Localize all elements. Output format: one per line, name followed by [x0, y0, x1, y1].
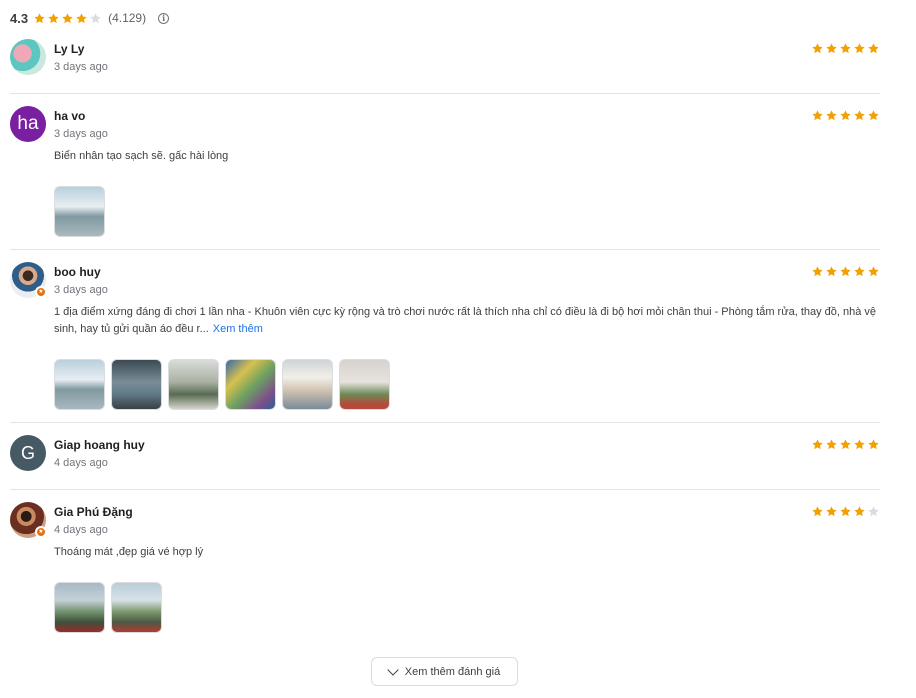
star-filled-icon [811, 438, 824, 451]
star-filled-icon [853, 265, 866, 278]
star-filled-icon [839, 265, 852, 278]
star-filled-icon [825, 505, 838, 518]
reviewer-name[interactable]: Ly Ly [54, 42, 84, 56]
star-filled-icon [839, 505, 852, 518]
reviewer-name[interactable]: Gia Phú Đặng [54, 505, 133, 519]
review-text: Thoáng mát ,đẹp giá vé hợp lý [54, 546, 204, 558]
star-filled-icon [825, 438, 838, 451]
star-filled-icon [867, 42, 880, 55]
review-stars [811, 109, 880, 122]
star-filled-icon [75, 12, 88, 25]
review-photo[interactable] [282, 359, 333, 410]
reviewer-name[interactable]: boo huy [54, 265, 101, 279]
review-photos [54, 186, 105, 237]
star-filled-icon [825, 42, 838, 55]
review-text-content: 1 địa điểm xứng đáng đi chơi 1 lần nha -… [54, 306, 877, 335]
review-photo[interactable] [168, 359, 219, 410]
star-filled-icon [33, 12, 46, 25]
divider [10, 93, 880, 94]
review-stars [811, 505, 880, 518]
review-item: ★ Gia Phú Đặng 4 days ago Thoáng mát ,đẹ… [10, 502, 880, 637]
divider [10, 422, 880, 423]
review-photos [54, 359, 390, 410]
review-date: 3 days ago [54, 284, 108, 296]
review-photo[interactable] [54, 186, 105, 237]
reviewer-name[interactable]: ha vo [54, 109, 85, 123]
review-date: 4 days ago [54, 524, 108, 536]
review-photo[interactable] [111, 359, 162, 410]
star-filled-icon [825, 109, 838, 122]
star-filled-icon [811, 109, 824, 122]
divider [10, 489, 880, 490]
review-stars [811, 438, 880, 451]
local-guide-badge: ★ [35, 526, 47, 538]
star-filled-icon [61, 12, 74, 25]
review-photo[interactable] [111, 582, 162, 633]
review-stars [811, 265, 880, 278]
review-stars [811, 42, 880, 55]
read-more-link[interactable]: Xem thêm [213, 323, 263, 335]
star-filled-icon [811, 265, 824, 278]
review-date: 3 days ago [54, 128, 108, 140]
review-photo[interactable] [54, 582, 105, 633]
review-text: Biển nhân tạo sạch sẽ. gấc hài lòng [54, 150, 229, 162]
local-guide-badge: ★ [35, 286, 47, 298]
avatar[interactable]: G [10, 435, 46, 471]
divider [10, 249, 880, 250]
chevron-down-icon [387, 663, 399, 676]
load-more-reviews-button[interactable]: Xem thêm đánh giá [371, 657, 518, 686]
star-filled-icon [853, 505, 866, 518]
load-more-label: Xem thêm đánh giá [404, 665, 501, 678]
avatar[interactable]: ha [10, 106, 46, 142]
review-item: ★ boo huy 3 days ago 1 địa điểm xứng đán… [10, 262, 880, 412]
rating-summary: 4.3 (4.129) i [10, 10, 170, 26]
star-filled-icon [811, 505, 824, 518]
review-photo[interactable] [339, 359, 390, 410]
star-filled-icon [853, 109, 866, 122]
star-filled-icon [867, 109, 880, 122]
star-filled-icon [839, 42, 852, 55]
star-filled-icon [853, 42, 866, 55]
review-photo[interactable] [225, 359, 276, 410]
review-date: 3 days ago [54, 61, 108, 73]
review-photo[interactable] [54, 359, 105, 410]
review-item: ha ha vo 3 days ago Biển nhân tạo sạch s… [10, 106, 880, 238]
review-item: Ly Ly 3 days ago [10, 39, 880, 79]
review-text: 1 địa điểm xứng đáng đi chơi 1 lần nha -… [54, 304, 880, 338]
summary-stars [33, 12, 102, 25]
review-date: 4 days ago [54, 457, 108, 469]
average-rating: 4.3 [10, 10, 29, 26]
review-photos [54, 582, 162, 633]
info-icon[interactable]: i [158, 12, 170, 24]
star-empty-icon [89, 12, 102, 25]
star-filled-icon [867, 265, 880, 278]
star-filled-icon [47, 12, 60, 25]
star-filled-icon [839, 109, 852, 122]
review-item: G Giap hoang huy 4 days ago [10, 435, 880, 475]
avatar[interactable] [10, 39, 46, 75]
star-empty-icon [867, 505, 880, 518]
star-filled-icon [839, 438, 852, 451]
review-count: (4.129) [108, 11, 147, 25]
star-filled-icon [853, 438, 866, 451]
star-filled-icon [811, 42, 824, 55]
reviewer-name[interactable]: Giap hoang huy [54, 438, 145, 452]
star-filled-icon [867, 438, 880, 451]
star-filled-icon [825, 265, 838, 278]
